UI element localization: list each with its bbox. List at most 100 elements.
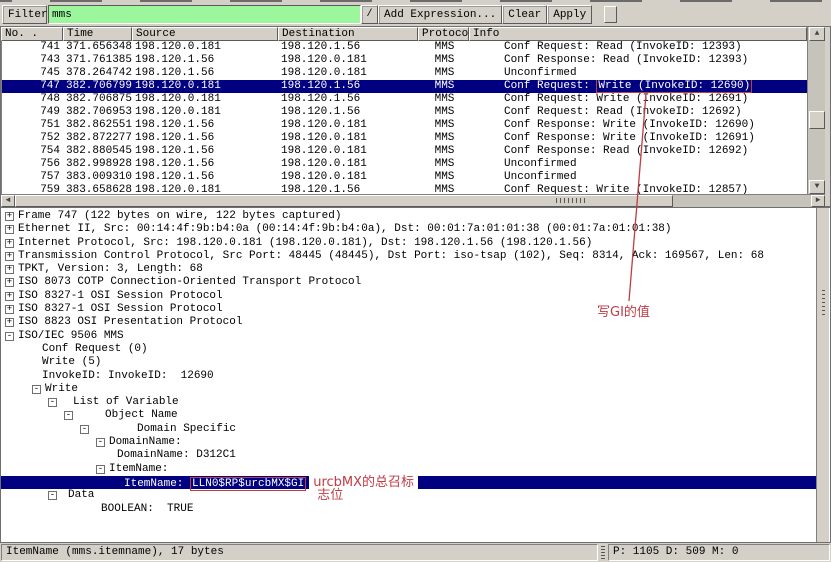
tree-line-itemname-selected[interactable]: ItemName: LLN0$RP$urcbMX$GIurcbMX的总召标志位 — [1, 476, 816, 489]
expand-icon[interactable]: + — [5, 305, 14, 314]
packet-row-759[interactable]: 759383.658628198.120.0.181198.120.1.56MM… — [2, 184, 807, 194]
cell-no: 757 — [2, 171, 64, 184]
cell-proto: MMS — [419, 158, 470, 171]
packet-list-hscrollbar[interactable]: ◄ ► — [1, 194, 825, 207]
packet-row-751[interactable]: 751382.862551198.120.1.56198.120.0.181MM… — [2, 119, 807, 132]
cell-time: 382.706875 — [64, 93, 133, 106]
column-header-no[interactable]: No. . — [1, 27, 63, 41]
filter-history-dropdown-button[interactable]: / — [361, 5, 378, 24]
tree-line[interactable]: -List of Variable — [1, 396, 816, 409]
packet-row-748[interactable]: 748382.706875198.120.0.181198.120.1.56MM… — [2, 93, 807, 106]
protocol-tree: +Frame 747 (122 bytes on wire, 122 bytes… — [1, 210, 816, 516]
packet-row-754[interactable]: 754382.880545198.120.1.56198.120.0.181MM… — [2, 145, 807, 158]
packet-list-vscrollbar[interactable]: ▲ ▼ — [807, 27, 825, 194]
cell-src: 198.120.0.181 — [133, 41, 279, 54]
tree-line[interactable]: Conf Request (0) — [1, 343, 816, 356]
clear-button[interactable]: Clear — [502, 5, 547, 24]
cell-no: 743 — [2, 54, 64, 67]
collapse-icon[interactable]: - — [32, 385, 41, 394]
detail-scroll-grip[interactable] — [822, 290, 825, 316]
cell-dst: 198.120.0.181 — [279, 158, 419, 171]
tree-line-text: Write — [1, 383, 816, 396]
scroll-up-icon[interactable]: ▲ — [809, 27, 825, 41]
cell-time: 383.658628 — [64, 184, 133, 194]
column-header-source[interactable]: Source — [132, 27, 278, 41]
column-header-protocol[interactable]: Protocol — [418, 27, 469, 41]
tree-line-text: ISO/IEC 9506 MMS — [1, 330, 816, 343]
expand-icon[interactable]: + — [5, 278, 14, 287]
tree-line[interactable]: -Write — [1, 383, 816, 396]
cell-time: 382.872277 — [64, 132, 133, 145]
tree-line[interactable]: +Ethernet II, Src: 00:14:4f:9b:b4:0a (00… — [1, 223, 816, 236]
tree-line[interactable]: DomainName: D312C1 — [1, 449, 816, 462]
detail-vscrollbar[interactable] — [816, 208, 829, 542]
scroll-right-icon[interactable]: ► — [811, 195, 825, 207]
tree-line[interactable]: -DomainName: — [1, 436, 816, 449]
tree-line[interactable]: InvokeID: InvokeID: 12690 — [1, 370, 816, 383]
packet-row-756[interactable]: 756382.998928198.120.1.56198.120.0.181MM… — [2, 158, 807, 171]
column-header-destination[interactable]: Destination — [278, 27, 418, 41]
expand-icon[interactable]: + — [5, 265, 14, 274]
collapse-icon[interactable]: - — [96, 465, 105, 474]
scroll-left-icon[interactable]: ◄ — [1, 195, 15, 207]
cell-dst: 198.120.1.56 — [279, 106, 419, 119]
cell-no: 749 — [2, 106, 64, 119]
cell-src: 198.120.0.181 — [133, 93, 279, 106]
collapse-icon[interactable]: - — [96, 438, 105, 447]
tree-line[interactable]: +ISO 8073 COTP Connection-Oriented Trans… — [1, 276, 816, 289]
packet-row-747[interactable]: 747382.706799198.120.0.181198.120.1.56MM… — [2, 80, 807, 93]
tree-line[interactable]: +Internet Protocol, Src: 198.120.0.181 (… — [1, 237, 816, 250]
expand-icon[interactable]: + — [5, 318, 14, 327]
tree-line[interactable]: +ISO 8327-1 OSI Session Protocol — [1, 303, 816, 316]
status-field-info: ItemName (mms.itemname), 17 bytes — [1, 544, 598, 561]
expand-icon[interactable]: + — [5, 225, 14, 234]
tree-line-text: Frame 747 (122 bytes on wire, 122 bytes … — [1, 210, 816, 223]
tree-line[interactable]: +Transmission Control Protocol, Src Port… — [1, 250, 816, 263]
dropdown-arrow-icon: / — [366, 9, 372, 20]
collapse-icon[interactable]: - — [48, 398, 57, 407]
expand-icon[interactable]: + — [5, 212, 14, 221]
cell-dst: 198.120.0.181 — [279, 171, 419, 184]
apply-button[interactable]: Apply — [547, 5, 592, 24]
tree-line[interactable]: +TPKT, Version: 3, Length: 68 — [1, 263, 816, 276]
column-header-time[interactable]: Time — [63, 27, 132, 41]
tree-line-text: ItemName: — [1, 463, 816, 476]
pane-splitter-grip[interactable] — [556, 198, 588, 203]
packet-row-752[interactable]: 752382.872277198.120.1.56198.120.0.181MM… — [2, 132, 807, 145]
column-header-info[interactable]: Info — [469, 27, 807, 41]
collapse-icon[interactable]: - — [64, 411, 73, 420]
tree-line[interactable]: -ISO/IEC 9506 MMS — [1, 330, 816, 343]
cell-no: 745 — [2, 67, 64, 80]
cell-dst: 198.120.1.56 — [279, 41, 419, 54]
collapse-icon[interactable]: - — [5, 332, 14, 341]
expand-icon[interactable]: + — [5, 239, 14, 248]
cell-info: Conf Request: Write (InvokeID: 12690) — [470, 80, 807, 93]
tree-line[interactable]: Write (5) — [1, 356, 816, 369]
expand-icon[interactable]: + — [5, 292, 14, 301]
tree-line[interactable]: -Domain Specific — [1, 423, 816, 436]
packet-row-749[interactable]: 749382.706953198.120.0.181198.120.1.56MM… — [2, 106, 807, 119]
tree-line[interactable]: +Frame 747 (122 bytes on wire, 122 bytes… — [1, 210, 816, 223]
cell-src: 198.120.1.56 — [133, 67, 279, 80]
tree-line[interactable]: -ItemName: — [1, 463, 816, 476]
packet-row-757[interactable]: 757383.009310198.120.1.56198.120.0.181MM… — [2, 171, 807, 184]
tree-line[interactable]: BOOLEAN: TRUE — [1, 503, 816, 516]
collapse-icon[interactable]: - — [80, 425, 89, 434]
packet-row-743[interactable]: 743371.761385198.120.1.56198.120.0.181MM… — [2, 54, 807, 67]
scroll-down-icon[interactable]: ▼ — [809, 180, 825, 194]
filter-button[interactable]: Filter: — [2, 5, 47, 24]
tree-line[interactable]: +ISO 8327-1 OSI Session Protocol — [1, 290, 816, 303]
cell-proto: MMS — [419, 145, 470, 158]
filter-input[interactable] — [48, 5, 361, 24]
cell-proto: MMS — [419, 184, 470, 194]
collapse-icon[interactable]: - — [48, 491, 57, 500]
vscroll-thumb[interactable] — [809, 111, 825, 129]
expand-icon[interactable]: + — [5, 252, 14, 261]
packet-row-741[interactable]: 741371.656348198.120.0.181198.120.1.56MM… — [2, 41, 807, 54]
packet-row-745[interactable]: 745378.264742198.120.1.56198.120.0.181MM… — [2, 67, 807, 80]
cell-dst: 198.120.0.181 — [279, 132, 419, 145]
tree-line[interactable]: +ISO 8823 OSI Presentation Protocol — [1, 316, 816, 329]
add-expression-button[interactable]: Add Expression... — [378, 5, 502, 24]
filter-bar: Filter: / Add Expression... Clear Apply — [0, 3, 831, 26]
tree-line[interactable]: -Object Name — [1, 409, 816, 422]
